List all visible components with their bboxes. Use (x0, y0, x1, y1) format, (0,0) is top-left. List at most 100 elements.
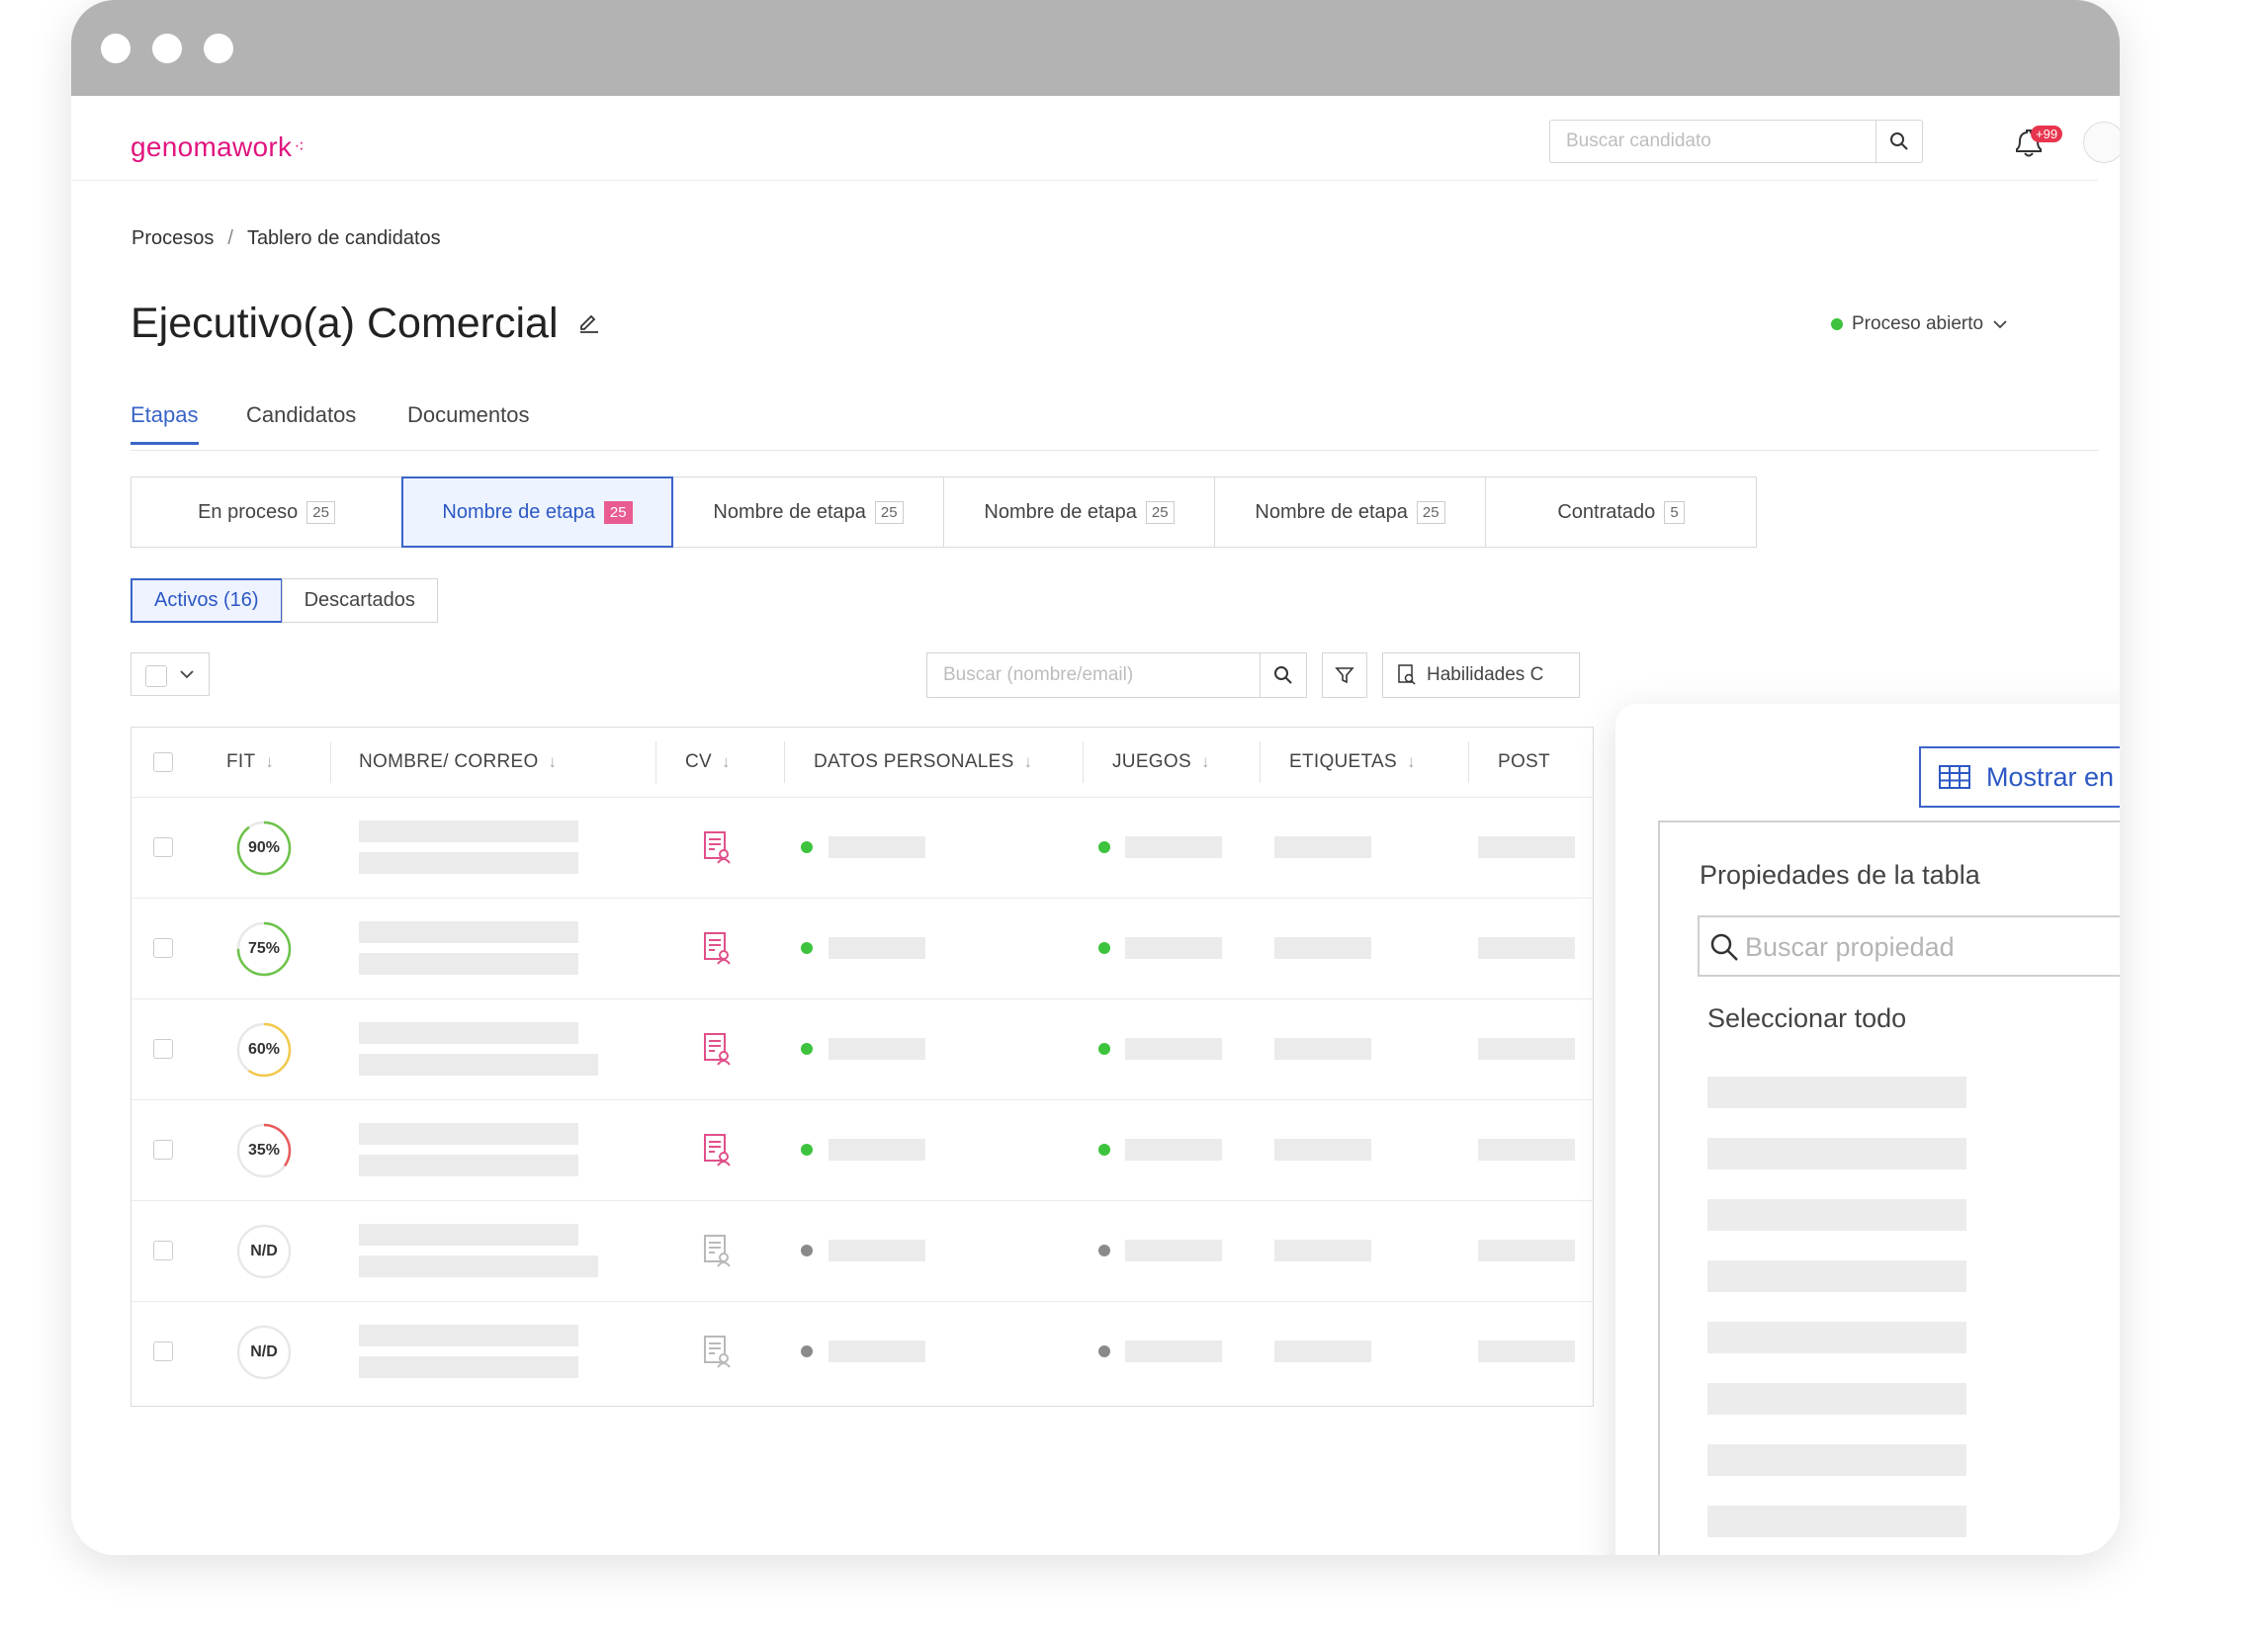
row-checkbox[interactable] (153, 1341, 173, 1361)
cv-document-icon[interactable] (703, 1234, 733, 1267)
column-divider (655, 741, 656, 783)
cv-document-icon[interactable] (703, 830, 733, 864)
fit-score: 35% (234, 1121, 294, 1180)
cv-document-icon[interactable] (703, 1133, 733, 1167)
data-placeholder (1125, 1340, 1222, 1362)
filter-button[interactable] (1322, 652, 1367, 698)
status-dot-icon (1098, 1245, 1110, 1256)
status-dot-icon (801, 942, 813, 954)
fit-score-label: 90% (247, 839, 281, 856)
bulk-select-dropdown[interactable] (131, 652, 210, 696)
avatar[interactable] (2083, 122, 2120, 163)
process-status-dropdown[interactable]: Proceso abierto (1831, 313, 2009, 335)
column-header-label: ETIQUETAS (1289, 751, 1397, 772)
column-header-label: DATOS PERSONALES (814, 751, 1014, 772)
breadcrumb-item-procesos[interactable]: Procesos (131, 227, 214, 249)
tab-documentos[interactable]: Documentos (407, 402, 530, 442)
table-row[interactable]: N/D (131, 1200, 1593, 1302)
stage-tab[interactable]: Nombre de etapa 25 (1214, 476, 1486, 548)
property-label-placeholder (1707, 1444, 1966, 1476)
page-title: Ejecutivo(a) Comercial (131, 300, 559, 347)
data-placeholder (829, 1139, 925, 1161)
toggle-activos[interactable]: Activos (16) (131, 578, 283, 623)
skills-button[interactable]: Habilidades C (1382, 652, 1580, 698)
post-placeholder (1478, 1038, 1575, 1060)
cv-document-icon[interactable] (703, 1335, 733, 1368)
fit-score: 90% (234, 819, 294, 878)
header-search-input[interactable] (1550, 121, 1876, 162)
cv-document-icon[interactable] (703, 1032, 733, 1066)
logo-dots-icon: ⁖ (294, 136, 305, 156)
status-dot-icon (801, 1245, 813, 1256)
tag-placeholder (1274, 1340, 1371, 1362)
data-placeholder (829, 1340, 925, 1362)
table-row[interactable]: 60% (131, 998, 1593, 1100)
bulk-select-checkbox[interactable] (145, 665, 167, 687)
status-dot-icon (801, 1144, 813, 1156)
properties-dropdown: Propiedades de la tabla Seleccionar todo (1658, 821, 2120, 1555)
row-checkbox[interactable] (153, 938, 173, 958)
status-dot-icon (801, 1345, 813, 1357)
header-checkbox[interactable] (153, 752, 173, 772)
breadcrumb-separator: / (227, 227, 233, 249)
table-row[interactable]: N/D (131, 1301, 1593, 1402)
stage-count-badge: 25 (1416, 500, 1445, 524)
stage-tab[interactable]: Nombre de etapa 25 (943, 476, 1215, 548)
pencil-icon[interactable] (577, 309, 601, 333)
window-dot-minimize[interactable] (152, 34, 182, 63)
stage-tab[interactable]: Nombre de etapa 25 (672, 476, 944, 548)
property-label-placeholder (1707, 1260, 1966, 1292)
property-search (1698, 915, 2120, 977)
table-row[interactable]: 90% (131, 797, 1593, 899)
column-header-cv[interactable]: CV ↓ (685, 728, 731, 797)
header-search-button[interactable] (1875, 121, 1922, 162)
stage-label: Nombre de etapa (713, 500, 866, 523)
row-checkbox[interactable] (153, 1039, 173, 1059)
window-dot-close[interactable] (101, 34, 131, 63)
table-search-button[interactable] (1260, 653, 1306, 697)
column-header-post[interactable]: POST (1498, 728, 1550, 797)
column-divider (784, 741, 785, 783)
row-checkbox[interactable] (153, 837, 173, 857)
cv-document-icon[interactable] (703, 931, 733, 965)
status-dot-icon (1831, 318, 1843, 330)
column-header-label: FIT (226, 751, 256, 772)
post-placeholder (1478, 1340, 1575, 1362)
table-row[interactable]: 75% (131, 898, 1593, 999)
column-header-fit[interactable]: FIT ↓ (226, 728, 274, 797)
property-label-placeholder (1707, 1383, 1966, 1415)
tag-placeholder (1274, 836, 1371, 858)
table-search-input[interactable] (927, 653, 1259, 697)
stage-count-badge: 5 (1664, 500, 1685, 524)
table-row[interactable]: 35% (131, 1099, 1593, 1201)
property-search-input[interactable] (1743, 917, 2120, 977)
row-checkbox[interactable] (153, 1241, 173, 1260)
name-placeholder (359, 821, 578, 842)
email-placeholder (359, 852, 578, 874)
app-content: genomawork⁖ +99 Procesos / Tablero de cand… (71, 96, 2120, 1555)
window-titlebar (71, 0, 2120, 96)
data-placeholder (829, 1038, 925, 1060)
post-placeholder (1478, 836, 1575, 858)
stage-tab[interactable]: En proceso 25 (131, 476, 402, 548)
stage-tab[interactable]: Contratado 5 (1485, 476, 1757, 548)
column-header-label: CV (685, 751, 712, 772)
logo[interactable]: genomawork ⁖ (131, 131, 305, 163)
window-dot-maximize[interactable] (204, 34, 233, 63)
tab-etapas[interactable]: Etapas (131, 402, 199, 445)
breadcrumb: Procesos / Tablero de candidatos (131, 227, 441, 250)
column-header-juegos[interactable]: JUEGOS ↓ (1112, 728, 1210, 797)
sort-arrow-icon: ↓ (1023, 752, 1033, 771)
status-dot-icon (1098, 1144, 1110, 1156)
search-icon (1890, 132, 1908, 150)
name-placeholder (359, 1224, 578, 1246)
toggle-descartados[interactable]: Descartados (281, 578, 438, 623)
column-header-etiquetas[interactable]: ETIQUETAS ↓ (1289, 728, 1416, 797)
row-checkbox[interactable] (153, 1140, 173, 1160)
stage-tab-active[interactable]: Nombre de etapa 25 (401, 476, 673, 548)
show-in-table-button[interactable]: Mostrar en la tabla (1919, 746, 2120, 808)
tab-candidatos[interactable]: Candidatos (246, 402, 356, 442)
fit-score: N/D (234, 1222, 294, 1281)
column-header-nombre[interactable]: NOMBRE/ CORREO ↓ (359, 728, 557, 797)
column-header-datos[interactable]: DATOS PERSONALES ↓ (814, 728, 1032, 797)
